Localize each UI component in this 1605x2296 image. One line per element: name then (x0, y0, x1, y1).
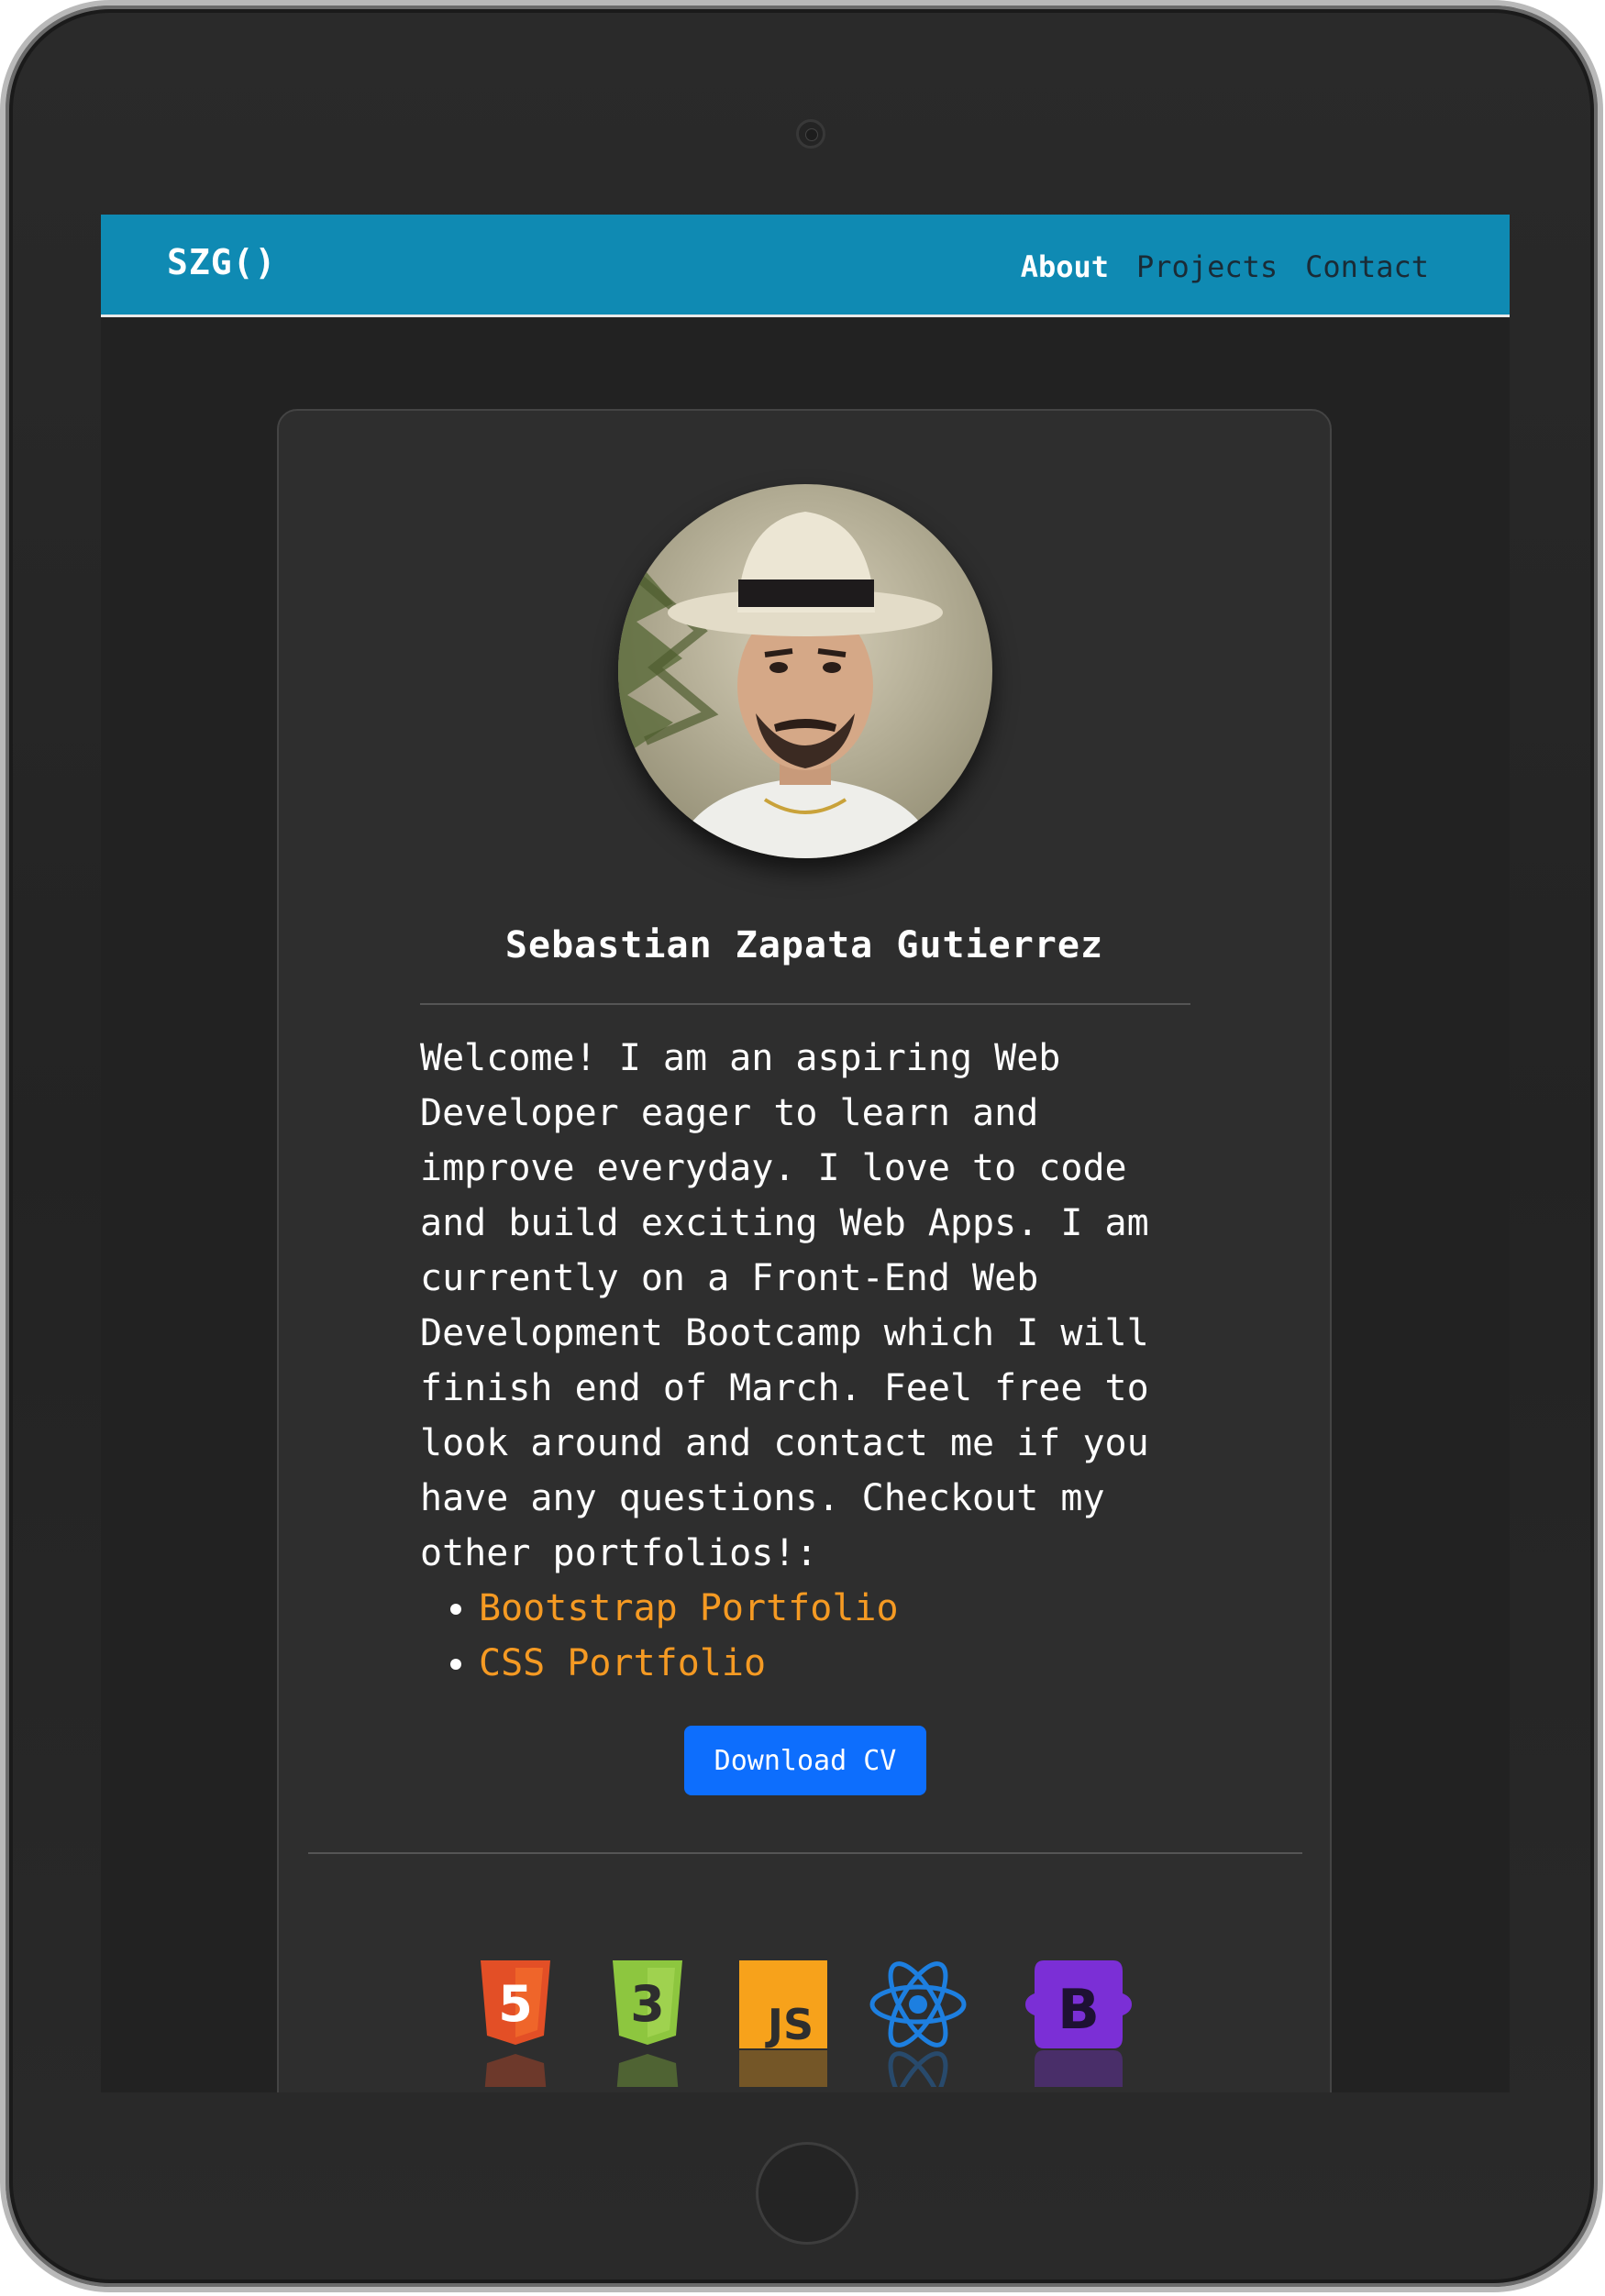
download-cv-button[interactable]: Download CV (684, 1726, 926, 1795)
bio-line: Development Bootcamp which I will (420, 1312, 1149, 1354)
bio-line: and build exciting Web Apps. I am (420, 1202, 1149, 1244)
css-portfolio-link[interactable]: CSS Portfolio (479, 1642, 766, 1684)
bootstrap-icon: B (1025, 1960, 1132, 2092)
css3-icon: 3 (609, 1960, 686, 2092)
react-icon (868, 1960, 969, 2092)
bio-line: look around and contact me if you (420, 1422, 1149, 1464)
nav-links: About Projects Contact (1021, 249, 1429, 284)
bio-line: have any questions. Checkout my (420, 1477, 1105, 1519)
profile-name: Sebastian Zapata Gutierrez (504, 924, 1104, 966)
html5-icon: 5 (477, 1960, 554, 2092)
browser-viewport: SZG() About Projects Contact Sebastian Z… (101, 215, 1510, 2092)
bio-line: Welcome! I am an aspiring Web (420, 1037, 1061, 1079)
home-button[interactable] (756, 2142, 858, 2245)
bootstrap-icon-label: B (1057, 1978, 1100, 2042)
list-item: CSS Portfolio (479, 1636, 899, 1691)
javascript-icon: JS (739, 1960, 827, 2092)
profile-avatar (618, 484, 992, 858)
bio-line: other portfolios!: (420, 1532, 818, 1574)
divider (308, 1852, 1302, 1854)
bio-line: Developer eager to learn and (420, 1092, 1039, 1134)
divider (420, 1003, 1190, 1005)
javascript-icon-label: JS (765, 2000, 814, 2048)
bio-line: currently on a Front-End Web (420, 1257, 1039, 1299)
nav-link-projects[interactable]: Projects (1136, 249, 1278, 284)
bio-line: improve everyday. I love to code (420, 1147, 1127, 1189)
profile-bio: Welcome! I am an aspiring Web Developer e… (420, 1031, 1190, 1581)
css3-icon-label: 3 (630, 1975, 665, 2033)
portfolio-list: Bootstrap Portfolio CSS Portfolio (420, 1581, 899, 1691)
nav-link-contact[interactable]: Contact (1305, 249, 1429, 284)
navbar: SZG() About Projects Contact (101, 215, 1510, 317)
bio-line: finish end of March. Feel free to (420, 1367, 1149, 1409)
list-item: Bootstrap Portfolio (479, 1581, 899, 1636)
bootstrap-portfolio-link[interactable]: Bootstrap Portfolio (479, 1587, 899, 1629)
brand-logo[interactable]: SZG() (167, 242, 276, 282)
html5-icon-label: 5 (498, 1975, 533, 2033)
camera-icon (796, 119, 825, 149)
profile-card: Sebastian Zapata Gutierrez Welcome! I am… (277, 409, 1332, 2092)
nav-link-about[interactable]: About (1021, 249, 1109, 284)
tablet-frame: SZG() About Projects Contact Sebastian Z… (0, 0, 1603, 2292)
